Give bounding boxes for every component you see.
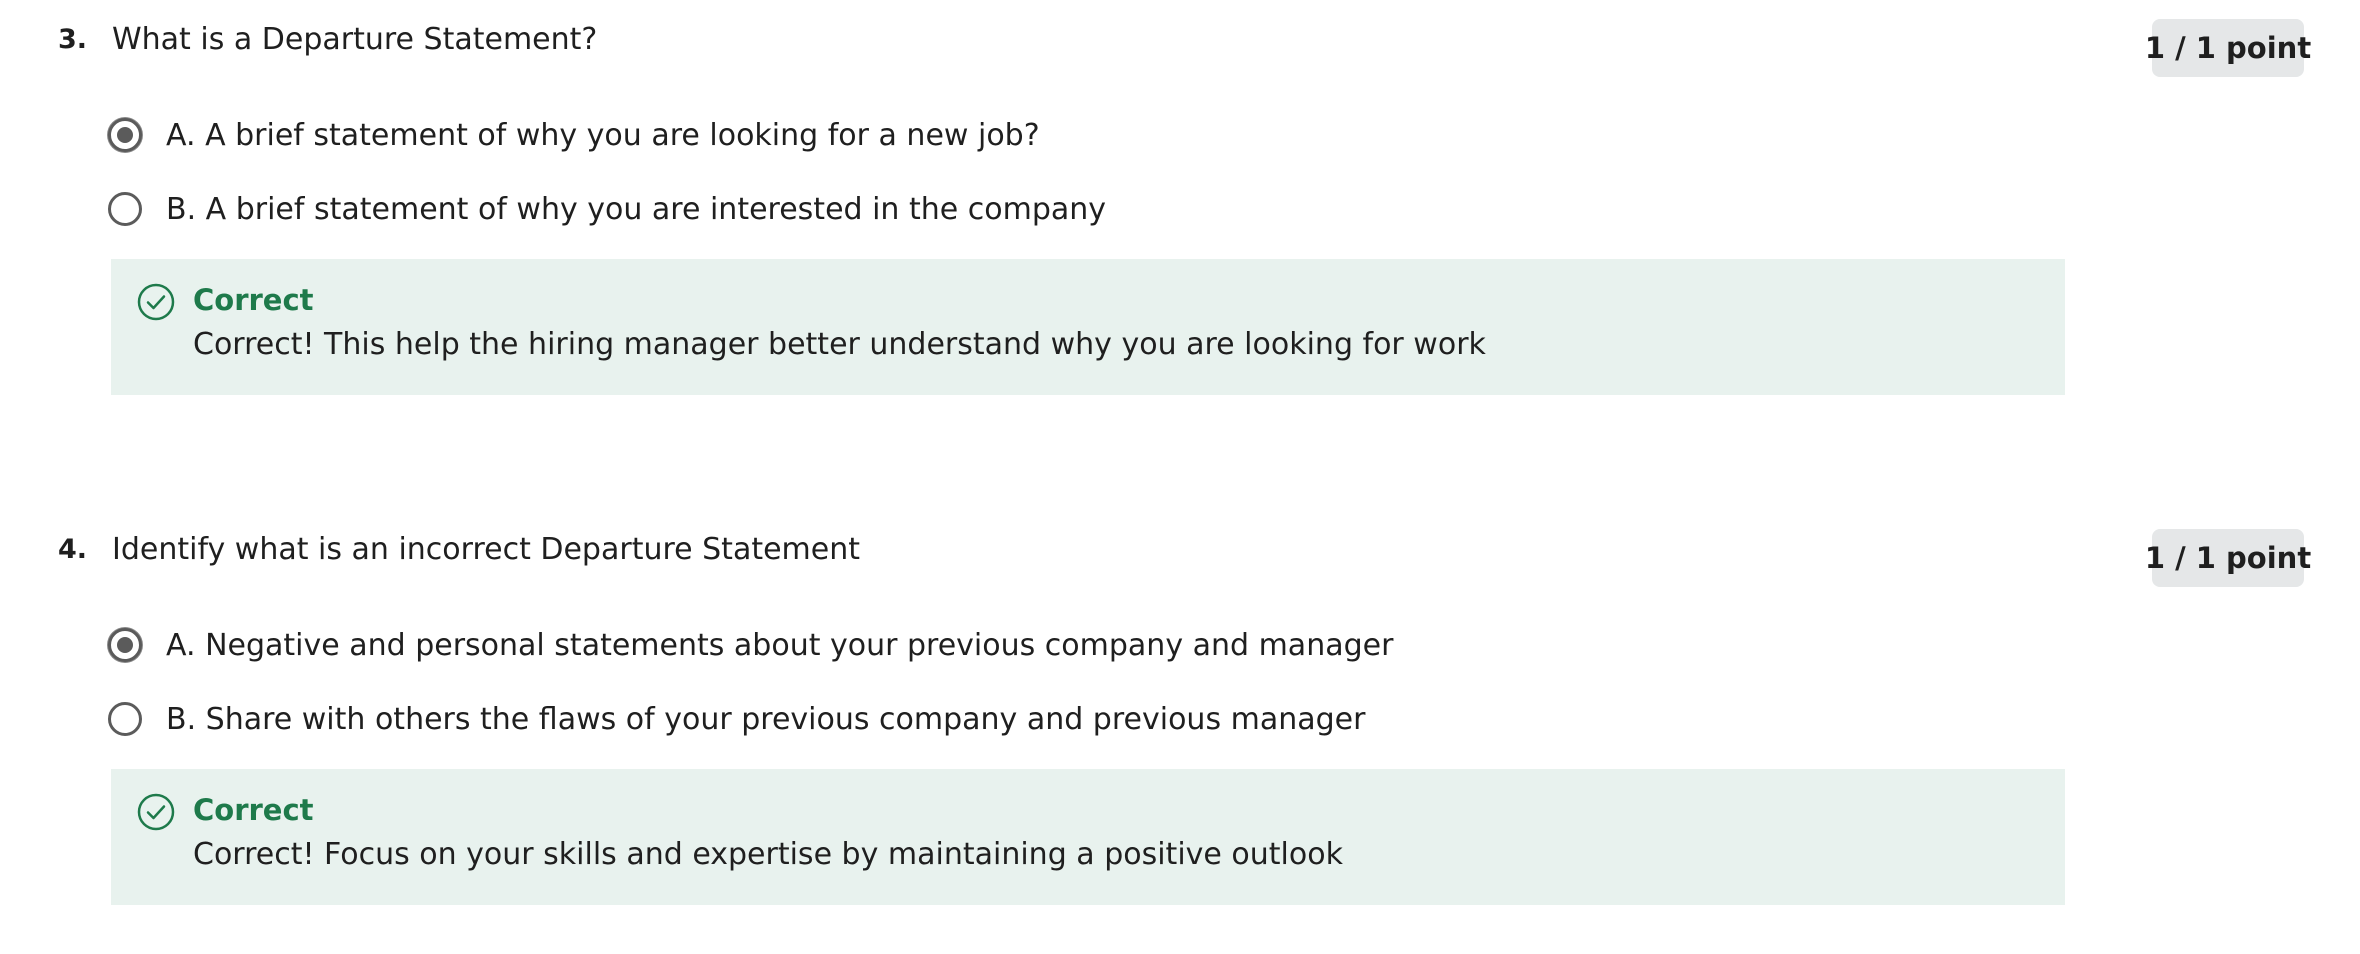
question-text: Identify what is an incorrect Departure … [112, 532, 861, 567]
option-a[interactable]: A. Negative and personal statements abou… [108, 623, 1393, 667]
points-badge: 1 / 1 point [2145, 19, 2311, 77]
feedback-title: Correct [193, 793, 314, 827]
feedback-panel: Correct Correct! This help the hiring ma… [111, 259, 2065, 395]
radio-button-selected[interactable] [108, 118, 142, 152]
check-circle-icon [137, 283, 175, 321]
option-b[interactable]: B. Share with others the flaws of your p… [108, 697, 1365, 741]
radio-button-selected[interactable] [108, 628, 142, 662]
feedback-panel: Correct Correct! Focus on your skills an… [111, 769, 2065, 905]
question-text: What is a Departure Statement? [112, 22, 598, 57]
feedback-title: Correct [193, 283, 314, 317]
feedback-text: Correct! This help the hiring manager be… [193, 327, 1486, 362]
option-b[interactable]: B. A brief statement of why you are inte… [108, 187, 1106, 231]
feedback-text: Correct! Focus on your skills and expert… [193, 837, 1343, 872]
option-label: B. A brief statement of why you are inte… [166, 191, 1107, 227]
option-a[interactable]: A. A brief statement of why you are look… [108, 113, 1040, 157]
points-badge: 1 / 1 point [2145, 529, 2311, 587]
question-number: 4. [58, 534, 88, 565]
option-label: A. Negative and personal statements abou… [166, 627, 1394, 663]
radio-button[interactable] [108, 192, 142, 226]
radio-button[interactable] [108, 702, 142, 736]
option-label: B. Share with others the flaws of your p… [166, 701, 1366, 737]
question-number: 3. [58, 24, 88, 55]
option-label: A. A brief statement of why you are look… [166, 117, 1040, 153]
check-circle-icon [137, 793, 175, 831]
